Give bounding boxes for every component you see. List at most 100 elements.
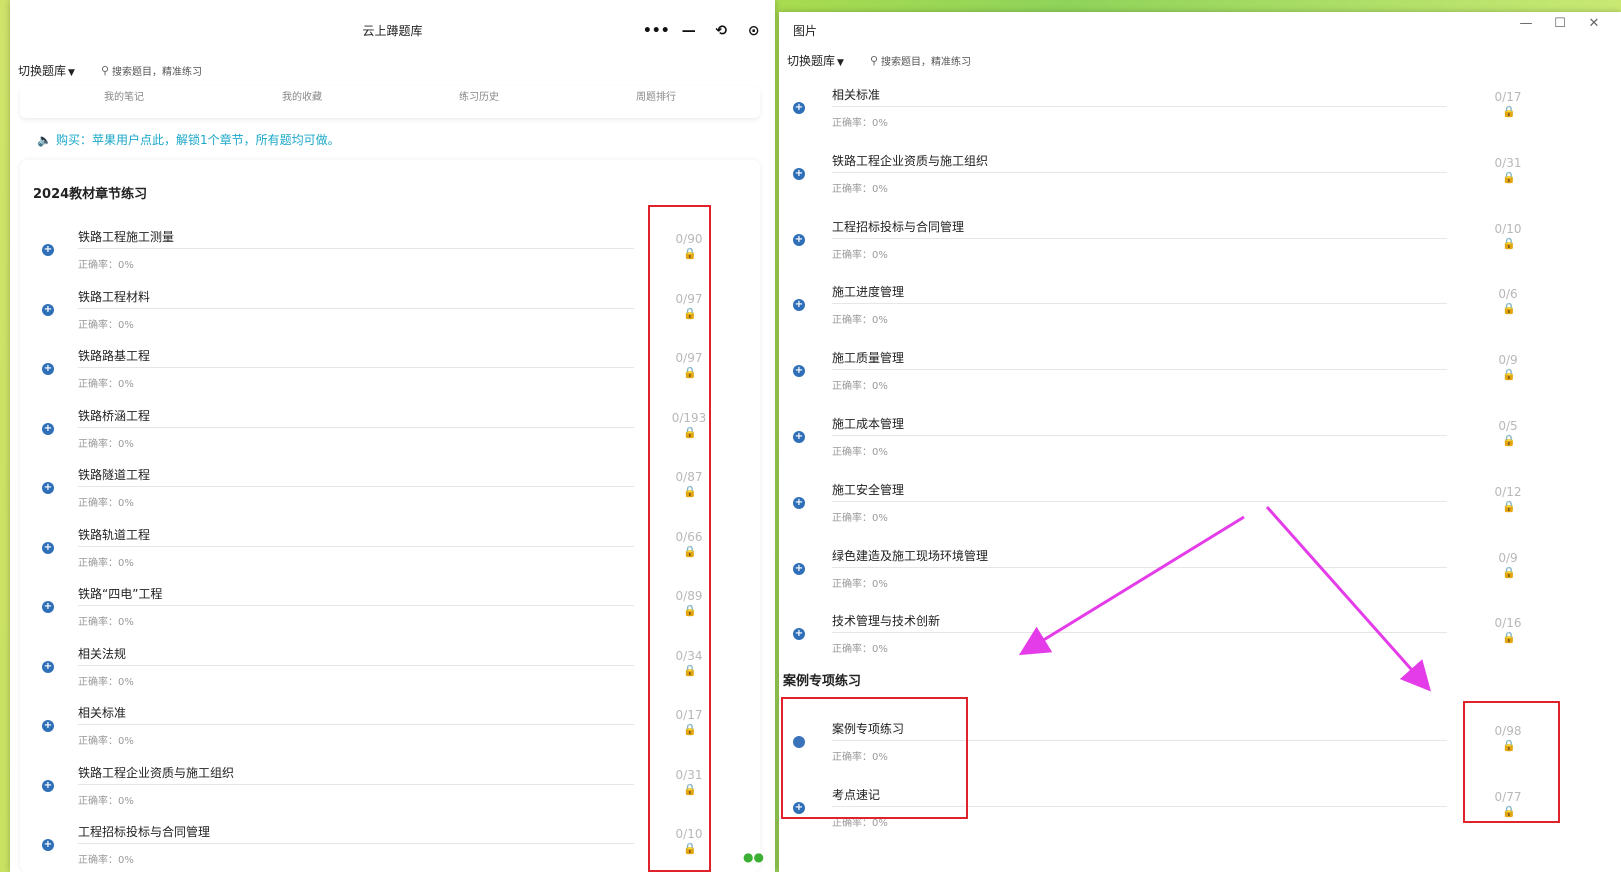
plus-circle-icon[interactable]: +	[793, 431, 805, 443]
progress-count: 0/6	[1498, 287, 1518, 302]
accuracy-text: 正确率：0%	[832, 249, 888, 261]
plus-circle-icon[interactable]: +	[42, 601, 54, 613]
wechat-icon[interactable]: ●●	[743, 850, 764, 864]
highlight-box-case-items	[781, 697, 968, 819]
accuracy-text: 正确率：0%	[78, 736, 134, 747]
accuracy-text: 正确率：0%	[832, 183, 888, 195]
accuracy-text: 正确率：0%	[832, 447, 888, 458]
plus-circle-icon[interactable]: +	[42, 422, 54, 435]
chapter-row[interactable]: + 铁路轨道工程 正确率：0% 0/66 🔒	[10, 528, 750, 592]
purchase-notice[interactable]: 🔈 购买：苹果用户点此，解锁1个章节，所有题均可做。	[37, 131, 340, 148]
chapter-row[interactable]: + 工程招标投标与合同管理 正确率：0% 0/10 🔒	[10, 825, 750, 872]
accuracy-text: 正确率：0%	[78, 498, 134, 509]
quicklink-favorites[interactable]: 我的收藏	[282, 88, 322, 103]
row-divider	[78, 486, 634, 487]
quicklink-notes[interactable]: 我的笔记	[104, 88, 144, 103]
chapter-row[interactable]: + 铁路工程材料 正确率：0% 0/97 🔒	[10, 290, 750, 354]
lock-icon: 🔒	[1502, 499, 1516, 513]
search-placeholder: 搜索题目，精准练习	[881, 56, 971, 68]
switch-bank-button[interactable]: 切换题库 ▼	[787, 52, 844, 69]
chapter-row[interactable]: + 施工安全管理 正确率：0% 0/12 🔒	[779, 483, 1621, 547]
accuracy-text: 正确率：0%	[78, 676, 134, 688]
chapter-row[interactable]: + 施工质量管理 正确率：0% 0/9 🔒	[779, 351, 1621, 415]
plus-circle-icon[interactable]: +	[793, 562, 805, 575]
restore-icon[interactable]: ⟲	[709, 19, 733, 43]
close-button[interactable]: ✕	[1577, 16, 1611, 31]
minimize-icon[interactable]: —	[677, 19, 701, 43]
chapter-row[interactable]: + 铁路桥涵工程 正确率：0% 0/193 🔒	[10, 409, 750, 473]
chapter-name: 铁路桥涵工程	[78, 408, 151, 423]
accuracy-text: 正确率：0%	[832, 512, 888, 524]
plus-circle-icon[interactable]: +	[793, 167, 805, 180]
chapter-row[interactable]: + 铁路工程企业资质与施工组织 正确率：0% 0/31 🔒	[10, 766, 750, 830]
search-input[interactable]: ⚲ 搜索题目，精准练习	[101, 63, 202, 78]
chapter-name: 铁路工程企业资质与施工组织	[832, 153, 989, 168]
lock-icon: 🔒	[1502, 434, 1516, 447]
chapter-name: 铁路路基工程	[78, 349, 151, 363]
accuracy-text: 正确率：0%	[78, 438, 134, 450]
plus-circle-icon[interactable]: +	[793, 496, 805, 509]
plus-circle-icon[interactable]: +	[793, 365, 805, 378]
row-divider	[78, 724, 634, 725]
accuracy-text: 正确率：0%	[78, 557, 134, 569]
quicklink-history[interactable]: 练习历史	[459, 88, 499, 103]
plus-circle-icon[interactable]: +	[42, 303, 54, 316]
row-divider	[832, 435, 1447, 436]
plus-circle-icon[interactable]: +	[42, 720, 54, 732]
chapter-row[interactable]: + 铁路隧道工程 正确率：0% 0/87 🔒	[10, 468, 750, 532]
plus-circle-icon[interactable]: +	[793, 628, 805, 641]
chapter-row[interactable]: + 相关法规 正确率：0% 0/34 🔒	[10, 647, 750, 711]
left-titlebar: 云上蹲题库 ••• — ⟲ ⊙	[10, 0, 775, 58]
plus-circle-icon[interactable]: +	[42, 779, 54, 792]
highlight-box-counts	[648, 205, 711, 872]
chapter-name: 铁路工程企业资质与施工组织	[78, 765, 235, 780]
plus-circle-icon[interactable]: +	[42, 363, 54, 375]
window-controls: — ☐ ✕	[1509, 16, 1611, 31]
lock-icon: 🔒	[1502, 236, 1516, 250]
accuracy-text: 正确率：0%	[832, 315, 888, 327]
plus-circle-icon[interactable]: +	[42, 541, 54, 554]
chapter-name: 工程招标投标与合同管理	[78, 825, 211, 839]
chapter-row[interactable]: + 技术管理与技术创新 正确率：0% 0/16 🔒	[779, 614, 1621, 678]
plus-circle-icon[interactable]: +	[42, 839, 54, 851]
chapter-name: 相关法规	[78, 646, 127, 661]
progress-count: 0/9	[1498, 550, 1518, 565]
chapter-row[interactable]: + 施工进度管理 正确率：0% 0/6 🔒	[779, 285, 1621, 349]
lock-icon: 🔒	[1502, 368, 1516, 382]
chapter-row[interactable]: + 绿色建造及施工现场环境管理 正确率：0% 0/9 🔒	[779, 549, 1621, 613]
chapter-row[interactable]: + 铁路工程企业资质与施工组织 正确率：0% 0/31 🔒	[779, 154, 1621, 218]
plus-circle-icon[interactable]: +	[793, 299, 805, 312]
chapter-row[interactable]: + 铁路路基工程 正确率：0% 0/97 🔒	[10, 349, 750, 413]
caret-down-icon: ▼	[837, 57, 844, 68]
plus-circle-icon[interactable]: +	[42, 244, 54, 256]
speaker-icon: 🔈	[37, 132, 52, 147]
chapter-name: 技术管理与技术创新	[832, 614, 941, 629]
minimize-button[interactable]: —	[1509, 16, 1543, 31]
plus-circle-icon[interactable]: +	[42, 660, 54, 673]
chapter-name: 铁路“四电”工程	[78, 587, 163, 601]
plus-circle-icon[interactable]: +	[793, 102, 805, 114]
quicklink-ranking[interactable]: 周题排行	[636, 88, 676, 103]
switch-bank-button[interactable]: 切换题库 ▼	[18, 62, 75, 79]
section-title: 2024教材章节练习	[33, 187, 148, 202]
chapter-row[interactable]: + 相关标准 正确率：0% 0/17 🔒	[10, 706, 750, 770]
accuracy-text: 正确率：0%	[832, 118, 888, 129]
chapter-row[interactable]: + 工程招标投标与合同管理 正确率：0% 0/10 🔒	[779, 220, 1621, 284]
chapter-row[interactable]: + 铁路工程施工测量 正确率：0% 0/90 🔒	[10, 230, 750, 294]
chapter-row[interactable]: + 相关标准 正确率：0% 0/17 🔒	[779, 88, 1621, 152]
plus-circle-icon[interactable]: +	[793, 233, 805, 246]
chapter-row[interactable]: + 铁路“四电”工程 正确率：0% 0/89 🔒	[10, 587, 750, 651]
row-divider	[78, 605, 634, 606]
plus-circle-icon[interactable]: +	[42, 482, 54, 494]
right-titlebar: 图片 — ☐ ✕	[779, 12, 1621, 46]
row-divider	[832, 303, 1447, 305]
maximize-button[interactable]: ☐	[1543, 16, 1577, 31]
record-icon[interactable]: ⊙	[742, 19, 766, 43]
more-icon[interactable]: •••	[643, 19, 670, 43]
caret-down-icon: ▼	[68, 67, 75, 78]
chapter-row[interactable]: + 施工成本管理 正确率：0% 0/5 🔒	[779, 417, 1621, 481]
chapter-name: 相关标准	[832, 88, 881, 102]
row-divider	[78, 783, 634, 785]
search-input[interactable]: ⚲ 搜索题目，精准练习	[870, 53, 971, 68]
chapter-name: 铁路隧道工程	[78, 468, 151, 482]
